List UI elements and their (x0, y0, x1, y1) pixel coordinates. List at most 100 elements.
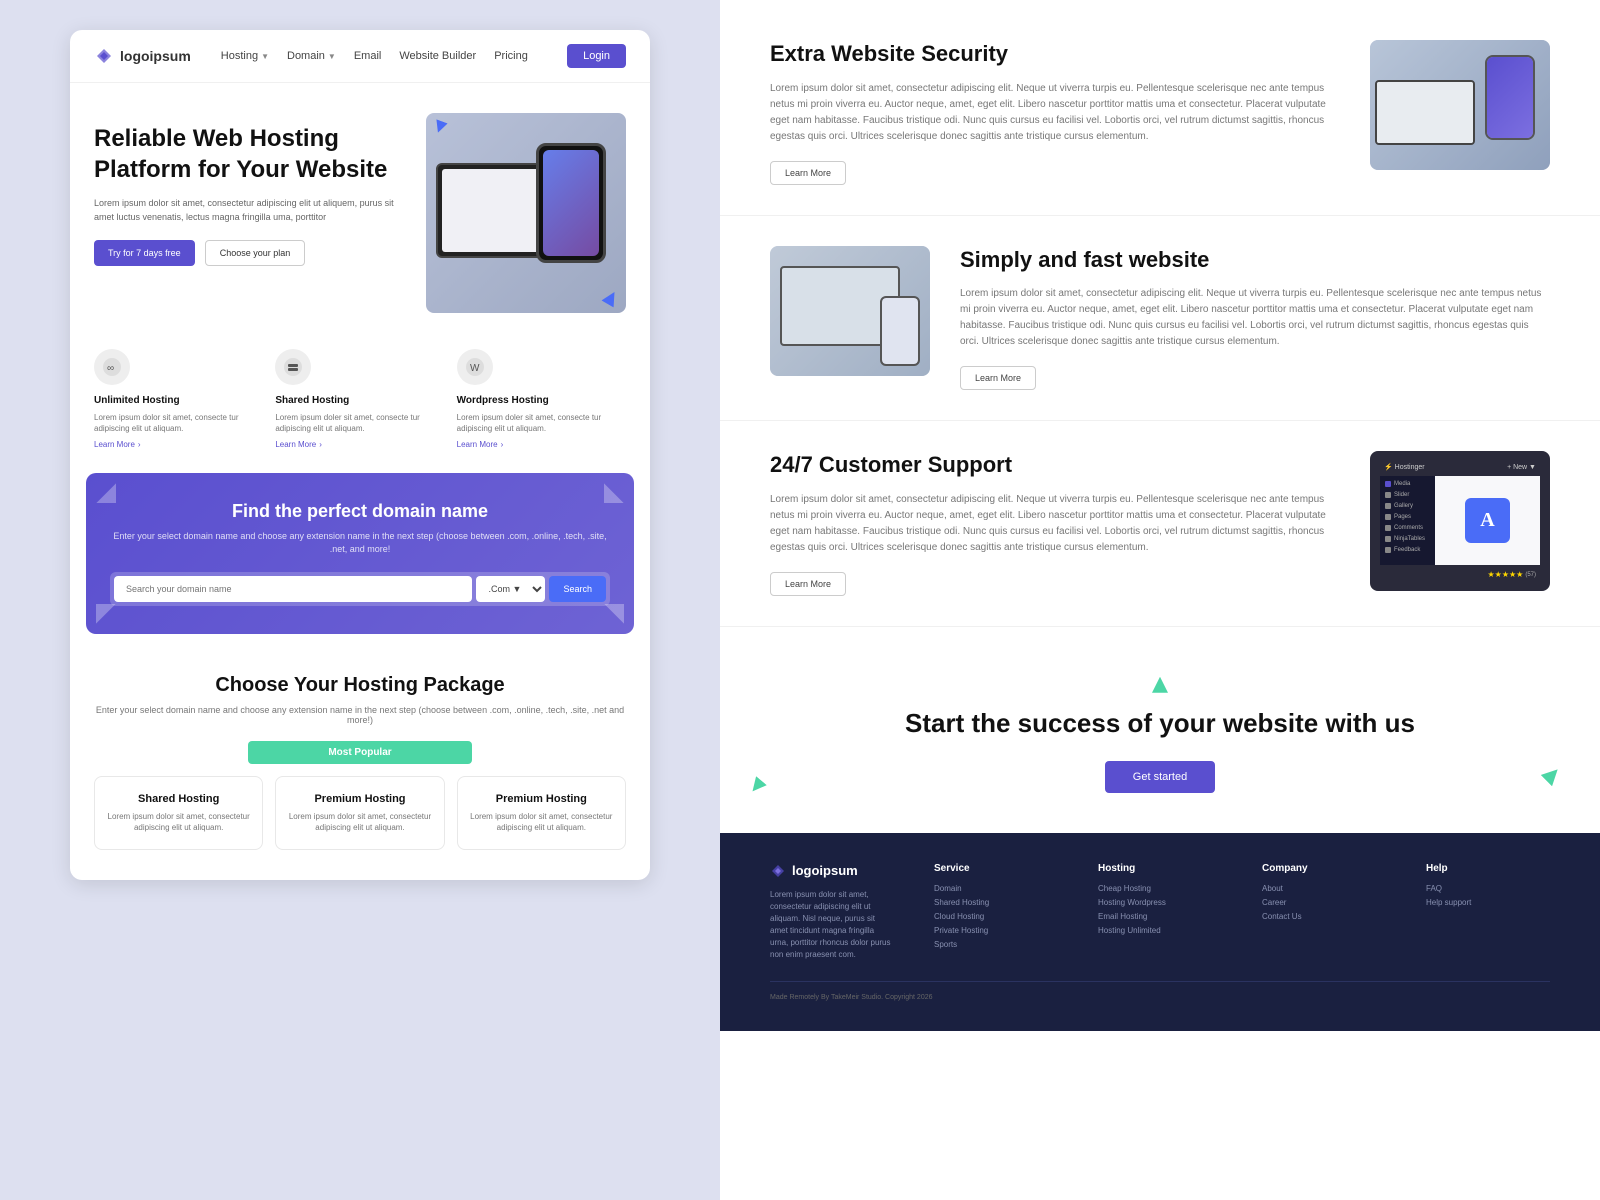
feature-desc-wordpress: Lorem ipsum doler sit amet, consecte tur… (457, 412, 626, 434)
phone-device (1485, 55, 1535, 140)
success-section: Start the success of your website with u… (720, 627, 1600, 833)
footer-link-cheap-hosting[interactable]: Cheap Hosting (1098, 884, 1222, 893)
support-section: 24/7 Customer Support Lorem ipsum dolor … (720, 421, 1600, 627)
package-desc-premium-1: Lorem ipsum dolor sit amet, consectetur … (288, 811, 431, 833)
footer-grid: logoipsum Lorem ipsum dolor sit amet, co… (770, 863, 1550, 961)
star-rating: ★★★★★ (1487, 570, 1523, 579)
menu-icon (1385, 481, 1391, 487)
phone-image (536, 143, 606, 263)
corner-accent-tr (604, 483, 624, 503)
support-description: Lorem ipsum dolor sit amet, consectetur … (770, 492, 1340, 556)
success-corner-triangle-left (747, 776, 767, 796)
security-learn-more-button[interactable]: Learn More (770, 161, 846, 185)
footer-link-domain[interactable]: Domain (934, 884, 1058, 893)
chevron-icon: ▼ (261, 52, 269, 61)
domain-search-button[interactable]: Search (549, 576, 606, 602)
footer-link-faq[interactable]: FAQ (1426, 884, 1550, 893)
menu-icon (1385, 536, 1391, 542)
security-description: Lorem ipsum dolor sit amet, consectetur … (770, 81, 1330, 145)
package-name-shared: Shared Hosting (107, 793, 250, 805)
domain-search-row: .Com ▼ .net .org .tech Search (110, 572, 610, 606)
menu-item-gallery: Gallery (1394, 503, 1413, 509)
footer-service-title: Service (934, 863, 1058, 874)
letter-a: A (1480, 509, 1494, 532)
nav-hosting[interactable]: Hosting ▼ (221, 50, 269, 62)
footer-link-hosting-wordpress[interactable]: Hosting Wordpress (1098, 898, 1222, 907)
menu-item-ninjatables: NinjaTables (1394, 536, 1425, 542)
footer-company-col: Company About Career Contact Us (1262, 863, 1386, 961)
package-premium-1: Premium Hosting Lorem ipsum dolor sit am… (275, 776, 444, 850)
footer-brand-col: logoipsum Lorem ipsum dolor sit amet, co… (770, 863, 894, 961)
domain-extension-select[interactable]: .Com ▼ .net .org .tech (476, 576, 545, 602)
feature-title-wordpress: Wordpress Hosting (457, 395, 626, 406)
footer-link-hosting-unlimited[interactable]: Hosting Unlimited (1098, 926, 1222, 935)
domain-section: Find the perfect domain name Enter your … (86, 473, 634, 633)
nav-domain[interactable]: Domain ▼ (287, 50, 336, 62)
corner-accent-bl (96, 604, 116, 624)
new-label: + New ▼ (1507, 464, 1536, 471)
footer-service-col: Service Domain Shared Hosting Cloud Host… (934, 863, 1058, 961)
accent-triangle (601, 288, 620, 307)
footer-hosting-title: Hosting (1098, 863, 1222, 874)
dashboard-sidebar: Media Slider Gallery Pages Comments Ninj… (1380, 476, 1435, 565)
menu-icon (1385, 525, 1391, 531)
hero-buttons: Try for 7 days free Choose your plan (94, 240, 406, 266)
footer-company-title: Company (1262, 863, 1386, 874)
feature-wordpress: W Wordpress Hosting Lorem ipsum doler si… (457, 349, 626, 449)
simply-fast-learn-more-button[interactable]: Learn More (960, 366, 1036, 390)
packages-title: Choose Your Hosting Package (94, 674, 626, 697)
footer-link-sports[interactable]: Sports (934, 940, 1058, 949)
login-button[interactable]: Login (567, 44, 626, 68)
feature-desc-unlimited: Lorem ipsum dolor sit amet, consecte tur… (94, 412, 263, 434)
domain-description: Enter your select domain name and choose… (110, 530, 610, 555)
nav-pricing[interactable]: Pricing (494, 50, 528, 62)
footer-link-private-hosting[interactable]: Private Hosting (934, 926, 1058, 935)
feature-learn-unlimited[interactable]: Learn More › (94, 440, 263, 449)
footer-logo-text: logoipsum (792, 863, 858, 878)
feature-icon-shared (275, 349, 311, 385)
menu-icon (1385, 514, 1391, 520)
footer: logoipsum Lorem ipsum dolor sit amet, co… (720, 833, 1600, 1031)
choose-plan-button[interactable]: Choose your plan (205, 240, 306, 266)
package-desc-premium-2: Lorem ipsum dolor sit amet, consectetur … (470, 811, 613, 833)
footer-link-email-hosting[interactable]: Email Hosting (1098, 912, 1222, 921)
footer-link-about[interactable]: About (1262, 884, 1386, 893)
domain-title: Find the perfect domain name (110, 501, 610, 522)
infinite-icon: ∞ (102, 357, 122, 377)
simply-fast-title: Simply and fast website (960, 246, 1550, 275)
menu-item-media: Media (1394, 481, 1410, 487)
right-panel: Extra Website Security Lorem ipsum dolor… (720, 0, 1600, 1200)
security-text: Extra Website Security Lorem ipsum dolor… (770, 40, 1330, 185)
chevron-icon: ▼ (328, 52, 336, 61)
security-section: Extra Website Security Lorem ipsum dolor… (720, 0, 1600, 216)
feature-icon-unlimited: ∞ (94, 349, 130, 385)
domain-search-input[interactable] (114, 576, 472, 602)
footer-link-shared-hosting[interactable]: Shared Hosting (934, 898, 1058, 907)
nav-links: Hosting ▼ Domain ▼ Email Website Builder… (221, 50, 547, 62)
get-started-button[interactable]: Get started (1105, 761, 1215, 793)
footer-link-help-support[interactable]: Help support (1426, 898, 1550, 907)
menu-item-comments: Comments (1394, 525, 1423, 531)
package-name-premium-2: Premium Hosting (470, 793, 613, 805)
footer-copyright: Made Remotely By TakeMeir Studio. Copyri… (770, 981, 1550, 1001)
nav-website-builder[interactable]: Website Builder (399, 50, 476, 62)
nav-email[interactable]: Email (354, 50, 382, 62)
feature-learn-shared[interactable]: Learn More › (275, 440, 444, 449)
success-accent-triangle (1152, 677, 1168, 693)
security-image (1370, 40, 1550, 170)
logo: logoipsum (94, 46, 191, 66)
simply-fast-section: Simply and fast website Lorem ipsum dolo… (720, 216, 1600, 422)
support-learn-more-button[interactable]: Learn More (770, 572, 846, 596)
footer-link-contact[interactable]: Contact Us (1262, 912, 1386, 921)
review-count: (57) (1525, 572, 1536, 578)
packages-section: Choose Your Hosting Package Enter your s… (70, 654, 650, 880)
feature-learn-wordpress[interactable]: Learn More › (457, 440, 626, 449)
logo-icon (94, 46, 114, 66)
footer-link-career[interactable]: Career (1262, 898, 1386, 907)
hero-image (426, 113, 626, 313)
support-text: 24/7 Customer Support Lorem ipsum dolor … (770, 451, 1340, 596)
trial-button[interactable]: Try for 7 days free (94, 240, 195, 266)
footer-help-col: Help FAQ Help support (1426, 863, 1550, 961)
footer-link-cloud-hosting[interactable]: Cloud Hosting (934, 912, 1058, 921)
footer-logo-icon (770, 863, 786, 879)
